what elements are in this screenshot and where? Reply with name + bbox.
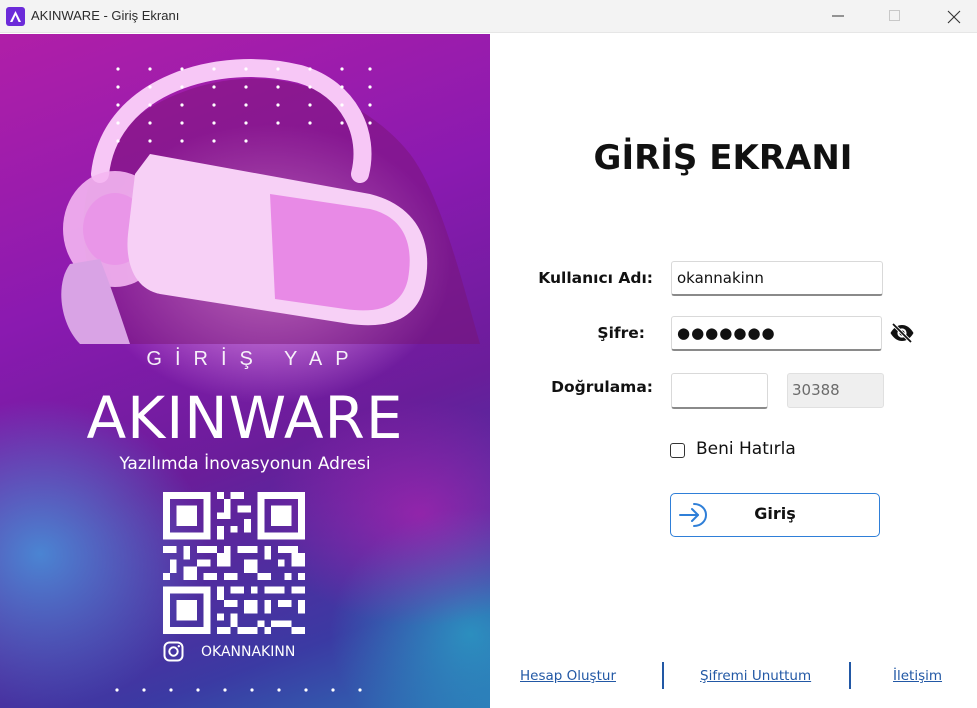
banner-subtitle: GİRİŞ YAP: [146, 348, 362, 370]
dot-row-decoration: [115, 688, 362, 692]
verification-input[interactable]: [671, 373, 768, 409]
window-titlebar: AKINWARE - Giriş Ekranı: [0, 0, 977, 33]
footer-divider: [849, 662, 851, 689]
qr-code-image: [163, 492, 305, 634]
promo-banner: GİRİŞ YAP AKINWARE Yazılımda İnovasyonun…: [0, 34, 490, 708]
verification-label: Doğrulama:: [551, 378, 653, 396]
login-button-label: Giriş: [754, 504, 796, 523]
create-account-link[interactable]: Hesap Oluştur: [520, 668, 616, 684]
contact-link[interactable]: İletişim: [893, 668, 942, 684]
username-input[interactable]: [671, 261, 883, 296]
banner-brand-name: AKINWARE: [86, 384, 404, 452]
remember-me-label: Beni Hatırla: [696, 439, 796, 459]
app-logo-icon: [6, 7, 25, 26]
maximize-icon: [889, 10, 900, 21]
window-title: AKINWARE - Giriş Ekranı: [31, 8, 180, 23]
forgot-password-link[interactable]: Şifremi Unuttum: [700, 668, 811, 684]
close-icon: [947, 10, 961, 24]
eye-slash-icon[interactable]: [889, 322, 915, 344]
form-title: GİRİŞ EKRANI: [593, 138, 853, 178]
instagram-icon: [163, 641, 184, 662]
password-input[interactable]: [671, 316, 882, 351]
login-button[interactable]: Giriş: [670, 493, 880, 537]
minimize-icon: [832, 15, 844, 17]
captcha-code: 30388: [787, 373, 884, 408]
password-label: Şifre:: [597, 324, 645, 342]
minimize-button[interactable]: [815, 0, 861, 32]
checkbox-box[interactable]: [670, 443, 685, 458]
username-label: Kullanıcı Adı:: [538, 269, 653, 287]
maximize-button[interactable]: [872, 0, 918, 32]
banner-slogan: Yazılımda İnovasyonun Adresi: [119, 454, 371, 474]
dot-grid-decoration: [116, 67, 372, 143]
instagram-handle: OKANNAKINN: [201, 644, 296, 660]
footer-divider: [662, 662, 664, 689]
close-button[interactable]: [931, 0, 977, 32]
